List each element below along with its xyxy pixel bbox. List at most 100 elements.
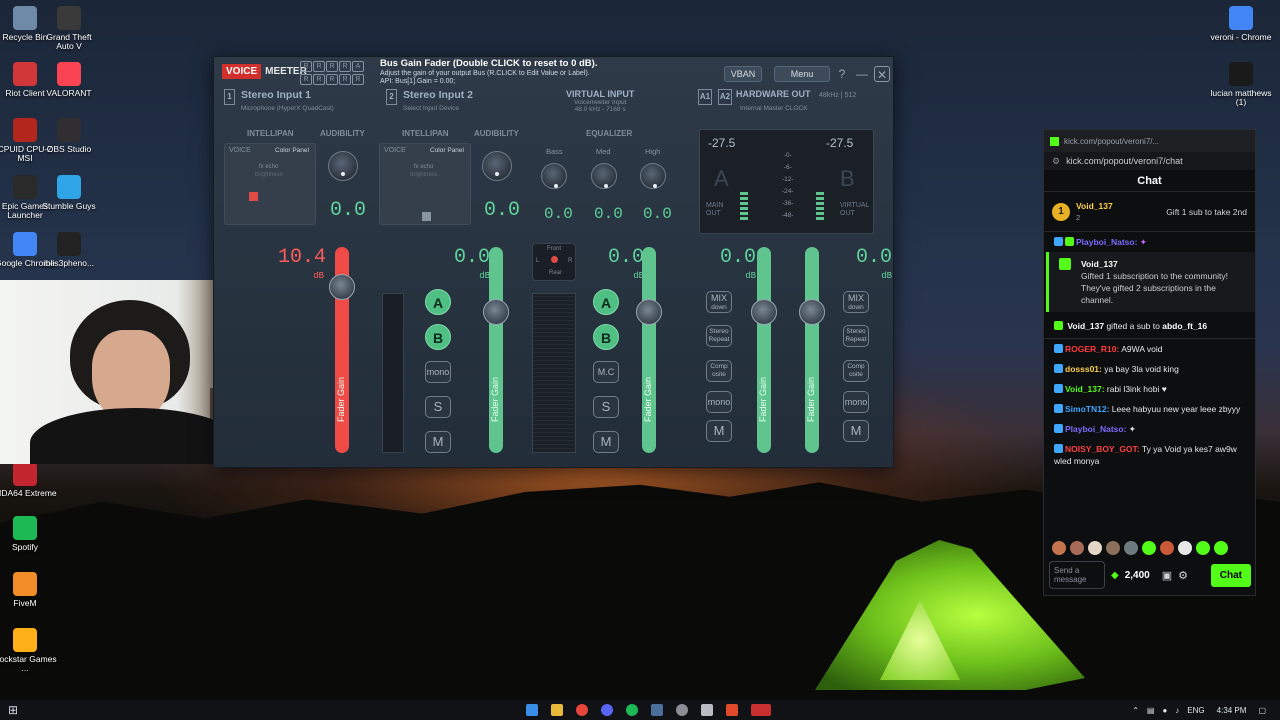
pan-dot-1[interactable] (249, 192, 258, 201)
emote-icon[interactable] (1178, 541, 1192, 555)
emote-icon[interactable] (1052, 541, 1066, 555)
virtual-input-header[interactable]: VIRTUAL INPUT Voicemeeter Input 48.0 kHz… (566, 89, 634, 113)
emote-icon[interactable] (1088, 541, 1102, 555)
strip2-b-button[interactable]: B (425, 324, 451, 350)
record-slot[interactable]: A (352, 61, 364, 72)
virtual-mute-button[interactable]: M (593, 431, 619, 453)
eq-med-value[interactable]: 0.0 (594, 205, 623, 223)
chat-url[interactable]: kick.com/popout/veroni7/chat (1066, 156, 1183, 166)
close-button[interactable]: ✕ (874, 66, 890, 82)
strip2-mono-button[interactable]: mono (425, 361, 451, 383)
record-slot[interactable]: R (300, 61, 312, 72)
emote-icon[interactable] (1124, 541, 1138, 555)
voicemeeter-taskbar-icon[interactable] (751, 704, 772, 716)
desktop-icon[interactable]: VALORANT (37, 62, 101, 98)
desktop-icon[interactable]: FiveM (0, 572, 57, 608)
audibility-value-2[interactable]: 0.0 (484, 199, 520, 222)
record-slot[interactable]: R (339, 61, 351, 72)
bus-a-mute-button[interactable]: M (706, 420, 732, 442)
strip2-solo-button[interactable]: S (425, 396, 451, 418)
spotify-icon[interactable] (626, 704, 639, 716)
minimize-button[interactable]: — (854, 66, 870, 82)
fader-gain-slider[interactable]: Fader Gain (751, 247, 777, 453)
audibility-knob-2[interactable] (482, 151, 512, 181)
desktop-icon[interactable]: AIDA64 Extreme (0, 462, 57, 498)
fader-gain-slider[interactable]: Fader Gain (799, 247, 825, 453)
message-username[interactable]: NOISY_BOY_GOT: (1065, 444, 1140, 454)
riot-icon[interactable] (726, 704, 739, 716)
emote-icon[interactable] (1142, 541, 1156, 555)
pan-dot-2[interactable] (422, 212, 431, 221)
virtual-mc-button[interactable]: M.C (593, 361, 619, 383)
microphone-icon[interactable]: ● (1162, 706, 1167, 715)
virtual-solo-button[interactable]: S (593, 396, 619, 418)
send-chat-button[interactable]: Chat (1210, 563, 1251, 587)
fader-gain-slider[interactable]: Fader Gain (483, 247, 509, 453)
strip2-a-button[interactable]: A (425, 289, 451, 315)
surround-panner[interactable]: Front L R Rear (532, 243, 576, 281)
emote-icon[interactable] (1214, 541, 1228, 555)
audibility-knob-1[interactable] (328, 151, 358, 181)
desktop-icon[interactable]: Rockstar Games ... (0, 628, 57, 674)
eq-med-knob[interactable] (591, 163, 617, 189)
emote-icon[interactable] (1160, 541, 1174, 555)
desktop-icon[interactable]: Spotify (0, 516, 57, 552)
edge-icon[interactable] (526, 704, 539, 716)
menu-button[interactable]: Menu (774, 66, 830, 82)
message-username[interactable]: Playboi_Natso: (1065, 424, 1126, 434)
obs-icon[interactable] (676, 704, 689, 716)
notification-icon[interactable]: ▢ (1258, 706, 1266, 715)
bus-b-mono-button[interactable]: mono (843, 391, 869, 413)
volume-icon[interactable]: ♪ (1175, 706, 1179, 715)
desktop-icon[interactable]: Stumble Guys (37, 175, 101, 211)
a1-button[interactable]: A1 (698, 89, 712, 105)
strip1-header[interactable]: 1 Stereo Input 1 Microphone (HyperX QuadC… (224, 89, 334, 113)
message-username[interactable]: ROGER_R10: (1065, 344, 1119, 354)
settings-icon[interactable] (701, 704, 714, 716)
settings-gear-icon[interactable]: ⚙ (1178, 569, 1188, 582)
chrome-icon[interactable] (576, 704, 589, 716)
gift-user[interactable]: Void_137 (1081, 259, 1118, 269)
emote-icon[interactable] (1196, 541, 1210, 555)
pan-position-dot[interactable] (551, 256, 558, 263)
fader-handle[interactable] (636, 299, 662, 325)
chat-address-bar[interactable]: ⚙ kick.com/popout/veroni7/chat (1044, 152, 1255, 170)
desktop-icon[interactable]: veroni - Chrome (1209, 6, 1273, 42)
message-input[interactable]: Send a message (1049, 561, 1105, 589)
intellipan-panel-1[interactable]: VOICE Color Panel fx echo brightness (224, 143, 316, 225)
desktop-icon[interactable]: lucian matthews (1) (1209, 62, 1273, 108)
language-indicator[interactable]: ENG (1187, 706, 1204, 715)
fader-gain-slider[interactable]: Fader Gain (636, 247, 662, 453)
message-username[interactable]: Void_137: (1065, 384, 1105, 394)
vban-button[interactable]: VBAN (724, 66, 762, 82)
emote-icon[interactable] (1106, 541, 1120, 555)
fader-db-readout[interactable]: 0.0 dB (710, 248, 756, 285)
bus-a-mix-button[interactable]: MIX down (706, 291, 732, 313)
hardware-out-header[interactable]: A1 A2 HARDWARE OUT 48kHz | 512 Internal Ma… (698, 89, 856, 113)
record-slot[interactable]: R (313, 61, 325, 72)
tray-overflow-icon[interactable]: ⌃ (1132, 706, 1139, 715)
desktop-icon[interactable]: Grand Theft Auto V (37, 6, 101, 52)
record-slot[interactable]: R (326, 61, 338, 72)
message-username[interactable]: dosss01: (1065, 364, 1102, 374)
fader-handle[interactable] (329, 274, 355, 300)
message-username[interactable]: Playboi_Natso: (1076, 237, 1137, 247)
desktop-icon[interactable]: iblis3pheno... (37, 232, 101, 268)
eq-high-value[interactable]: 0.0 (643, 205, 672, 223)
file-explorer-icon[interactable] (551, 704, 564, 716)
virtual-a-button[interactable]: A (593, 289, 619, 315)
record-slot[interactable]: R (313, 73, 325, 85)
emote-icon[interactable] (1070, 541, 1084, 555)
bus-a-composite-button[interactable]: Comp osite (706, 360, 732, 382)
start-menu-icon[interactable]: ⊞ (8, 703, 18, 717)
fader-db-readout[interactable]: 0.0 dB (444, 248, 490, 285)
record-slot[interactable]: R (300, 73, 312, 85)
fader-handle[interactable] (799, 299, 825, 325)
bus-b-mute-button[interactable]: M (843, 420, 869, 442)
pinned-user[interactable]: Void_137 (1076, 201, 1113, 211)
fader-handle[interactable] (751, 299, 777, 325)
bus-b-composite-button[interactable]: Comp osite (843, 360, 869, 382)
emote-bar[interactable] (1052, 541, 1228, 555)
fader-db-readout[interactable]: 0.0 dB (846, 248, 892, 285)
audibility-value-1[interactable]: 0.0 (330, 199, 366, 222)
